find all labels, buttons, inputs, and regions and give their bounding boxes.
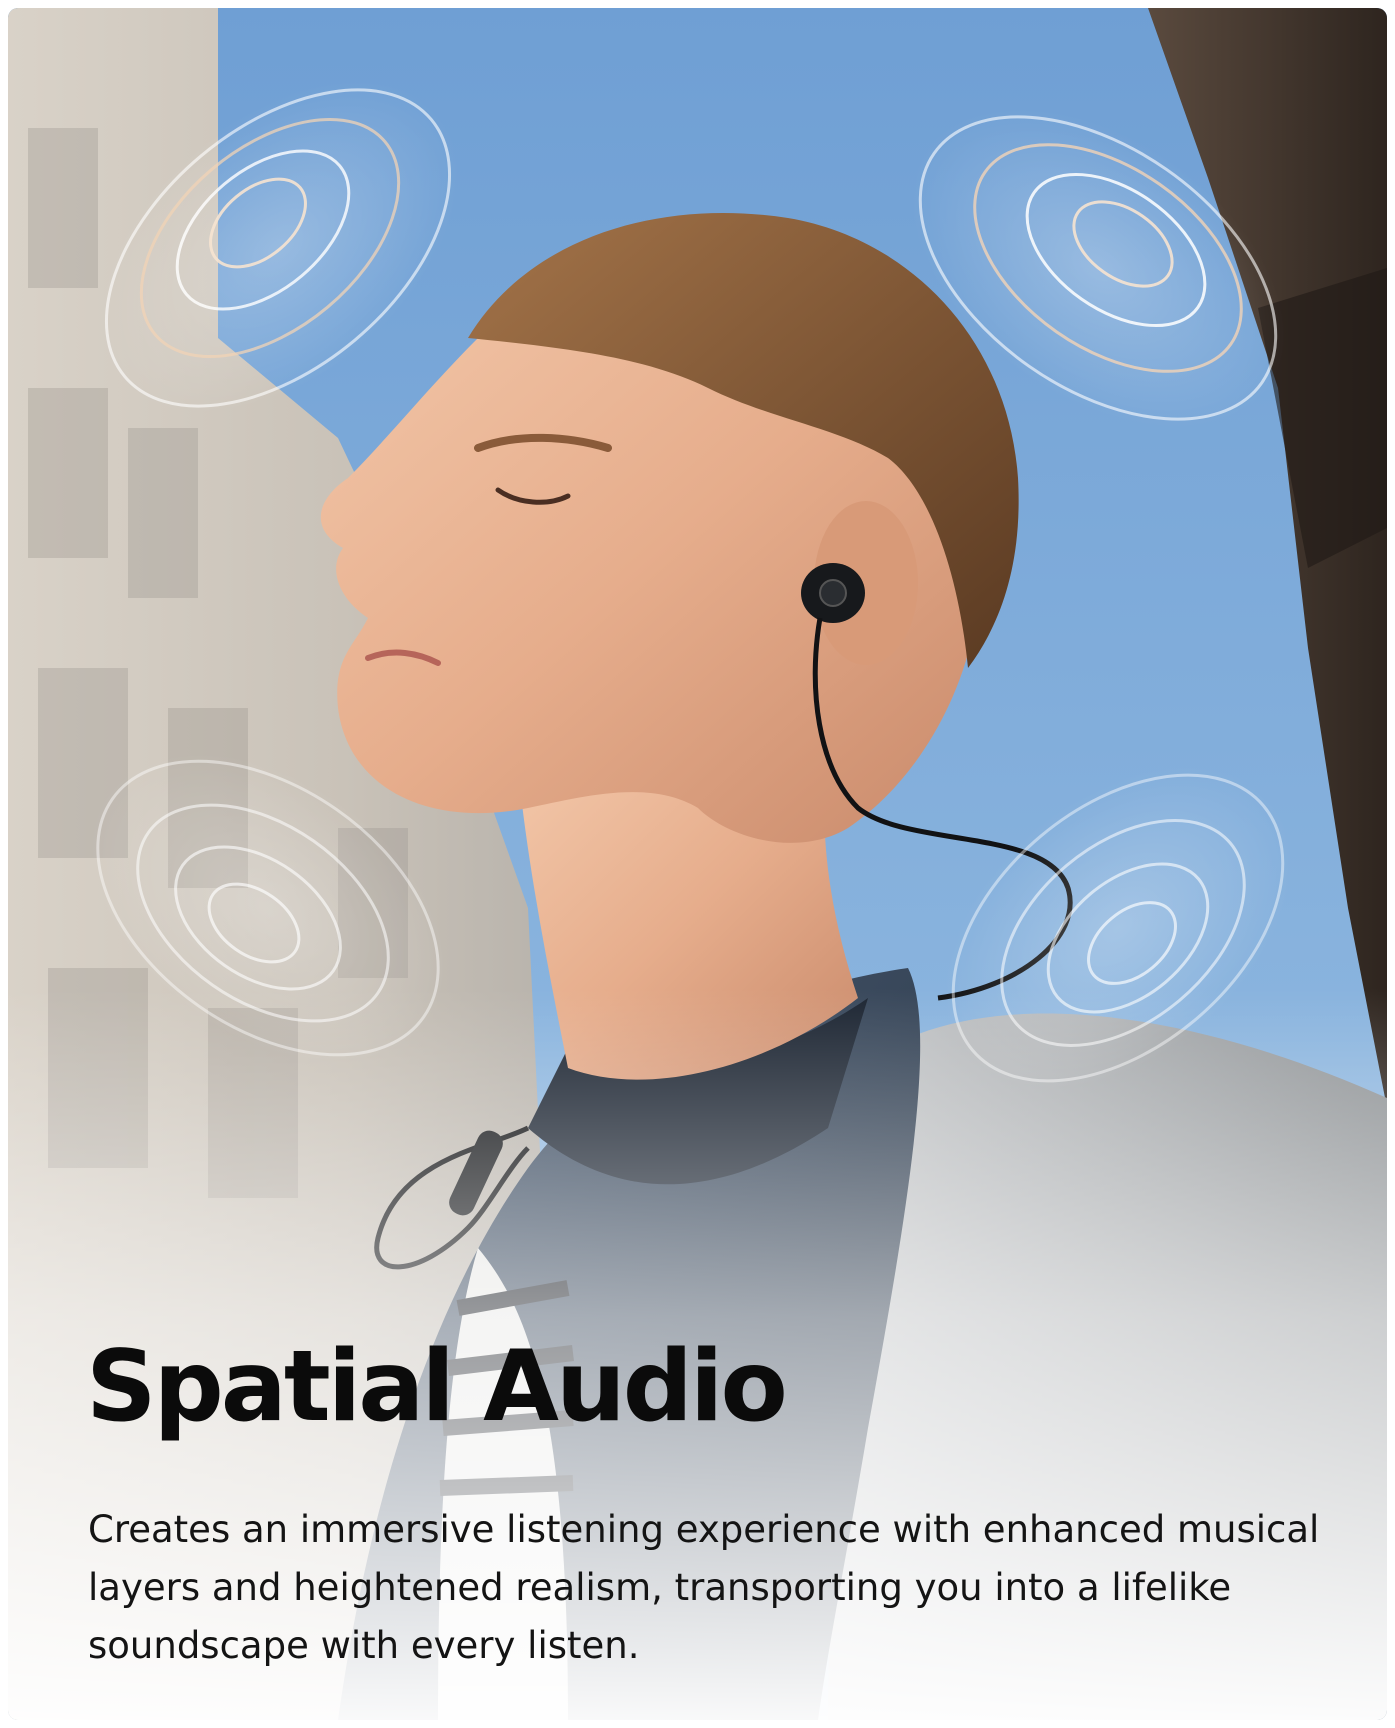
feature-title: Spatial Audio [86,1330,788,1444]
earbud-icon [801,563,865,623]
feature-description: Creates an immersive listening experienc… [88,1508,1320,1667]
product-image-frame: Spatial Audio Creates an immersive liste… [8,8,1387,1720]
lifestyle-photo [8,8,1387,1720]
